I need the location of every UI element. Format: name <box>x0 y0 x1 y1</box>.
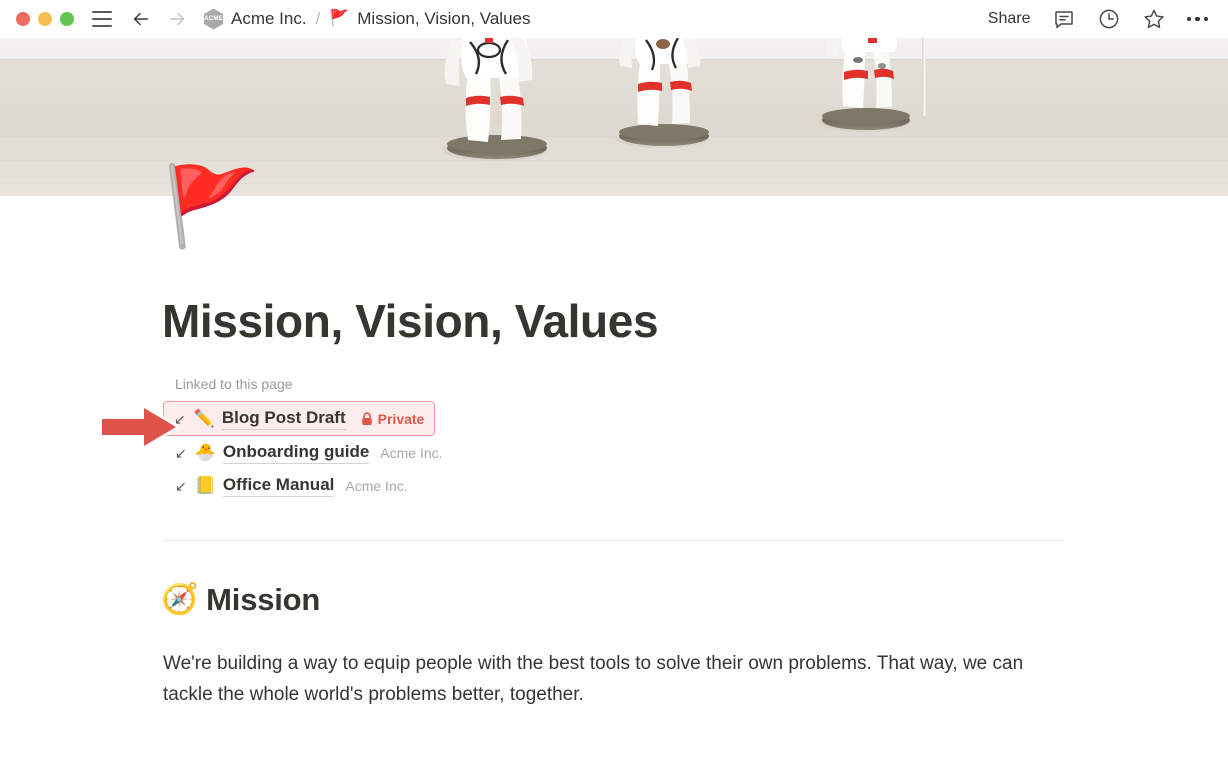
breadcrumb-page[interactable]: Mission, Vision, Values <box>357 9 530 29</box>
mission-body-text: We're building a way to equip people wit… <box>163 653 1024 705</box>
backlink-title[interactable]: Office Manual <box>222 475 335 497</box>
hamburger-icon[interactable] <box>92 11 112 27</box>
notebook-icon: 📒 <box>194 476 216 495</box>
mission-heading: 🧭 Mission <box>161 582 320 618</box>
compass-icon: 🧭 <box>161 583 199 616</box>
backlink-row-onboarding-guide[interactable]: ↙ 🐣 Onboarding guide Acme Inc. <box>163 436 455 469</box>
navigation-arrows <box>130 8 188 30</box>
backlink-arrow-icon: ↙ <box>175 477 187 494</box>
clock-history-icon[interactable] <box>1097 7 1121 31</box>
lock-icon <box>361 411 372 425</box>
backlink-title[interactable]: Blog Post Draft <box>221 408 346 430</box>
close-window-button[interactable] <box>16 12 30 26</box>
backlink-title[interactable]: Onboarding guide <box>222 442 370 464</box>
arrow-right-icon[interactable] <box>166 8 188 30</box>
window-controls <box>16 12 74 26</box>
titlebar-actions: Share <box>988 7 1208 31</box>
backlink-parent: Acme Inc. <box>345 477 408 494</box>
backlinks-section: Linked to this page ↙ ✏️ Blog Post Draft… <box>163 376 1073 502</box>
backlink-parent: Acme Inc. <box>380 444 443 461</box>
breadcrumb-workspace[interactable]: Acme Inc. <box>231 9 307 29</box>
breadcrumb: ACME Acme Inc. / 🚩 Mission, Vision, Valu… <box>204 8 530 30</box>
maximize-window-button[interactable] <box>60 12 74 26</box>
backlink-row-office-manual[interactable]: ↙ 📒 Office Manual Acme Inc. <box>163 469 420 502</box>
mission-heading-label: Mission <box>206 582 321 617</box>
pencil-icon: ✏️ <box>193 409 215 428</box>
comment-icon[interactable] <box>1052 7 1076 31</box>
star-icon[interactable] <box>1142 7 1166 31</box>
share-button[interactable]: Share <box>988 10 1031 28</box>
title-bar: ACME Acme Inc. / 🚩 Mission, Vision, Valu… <box>0 0 1228 38</box>
breadcrumb-page-flag-icon: 🚩 <box>329 10 350 27</box>
backlink-row-blog-post-draft[interactable]: ↙ ✏️ Blog Post Draft Private <box>163 401 436 436</box>
minimize-window-button[interactable] <box>38 12 52 26</box>
breadcrumb-separator: / <box>315 9 321 28</box>
private-badge: Private <box>361 410 425 427</box>
page-icon-flag[interactable]: 🚩 <box>163 160 260 252</box>
backlinks-label: Linked to this page <box>175 376 293 392</box>
app-window: ACME Acme Inc. / 🚩 Mission, Vision, Valu… <box>0 0 1228 768</box>
backlink-arrow-icon: ↙ <box>175 444 187 461</box>
more-options-icon[interactable] <box>1186 16 1208 22</box>
private-badge-label: Private <box>377 410 425 427</box>
workspace-logo-icon[interactable]: ACME <box>204 8 223 30</box>
page-title[interactable]: Mission, Vision, Values <box>162 296 659 347</box>
backlink-arrow-icon: ↙ <box>174 410 186 427</box>
hatching-chick-icon: 🐣 <box>194 443 216 462</box>
arrow-left-icon[interactable] <box>130 8 152 30</box>
section-divider <box>163 540 1065 541</box>
